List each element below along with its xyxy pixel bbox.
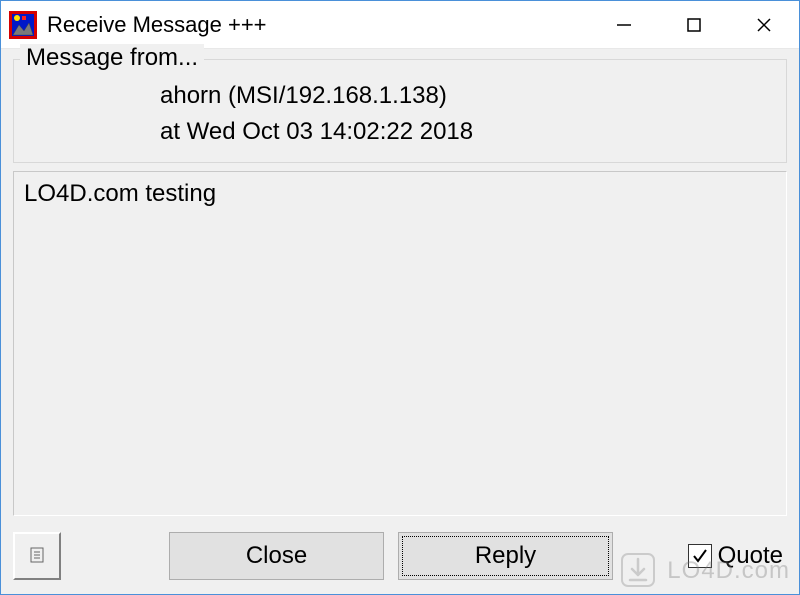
window-title: Receive Message +++ xyxy=(47,12,589,38)
titlebar[interactable]: Receive Message +++ xyxy=(1,1,799,49)
copy-button[interactable] xyxy=(13,532,61,580)
message-text: LO4D.com testing xyxy=(24,180,216,207)
copy-icon xyxy=(27,544,47,569)
receive-message-window: Receive Message +++ Message from... ahor… xyxy=(0,0,800,595)
minimize-button[interactable] xyxy=(589,1,659,49)
reply-button[interactable]: Reply xyxy=(398,532,613,580)
close-window-button[interactable] xyxy=(729,1,799,49)
app-icon xyxy=(9,11,37,39)
client-area: Message from... ahorn (MSI/192.168.1.138… xyxy=(1,49,799,594)
close-button-label: Close xyxy=(246,542,307,570)
quote-label: Quote xyxy=(718,542,783,570)
message-body[interactable]: LO4D.com testing xyxy=(13,171,787,516)
button-row: Close Reply Quote xyxy=(13,530,787,582)
maximize-button[interactable] xyxy=(659,1,729,49)
message-from-group: Message from... ahorn (MSI/192.168.1.138… xyxy=(13,59,787,163)
close-button[interactable]: Close xyxy=(169,532,384,580)
quote-checkbox[interactable] xyxy=(688,544,712,568)
sender-line: ahorn (MSI/192.168.1.138) xyxy=(30,78,770,114)
group-legend: Message from... xyxy=(20,44,204,72)
window-controls xyxy=(589,1,799,48)
quote-checkbox-wrap[interactable]: Quote xyxy=(688,542,787,570)
reply-button-label: Reply xyxy=(475,542,536,570)
timestamp-line: at Wed Oct 03 14:02:22 2018 xyxy=(30,114,770,150)
